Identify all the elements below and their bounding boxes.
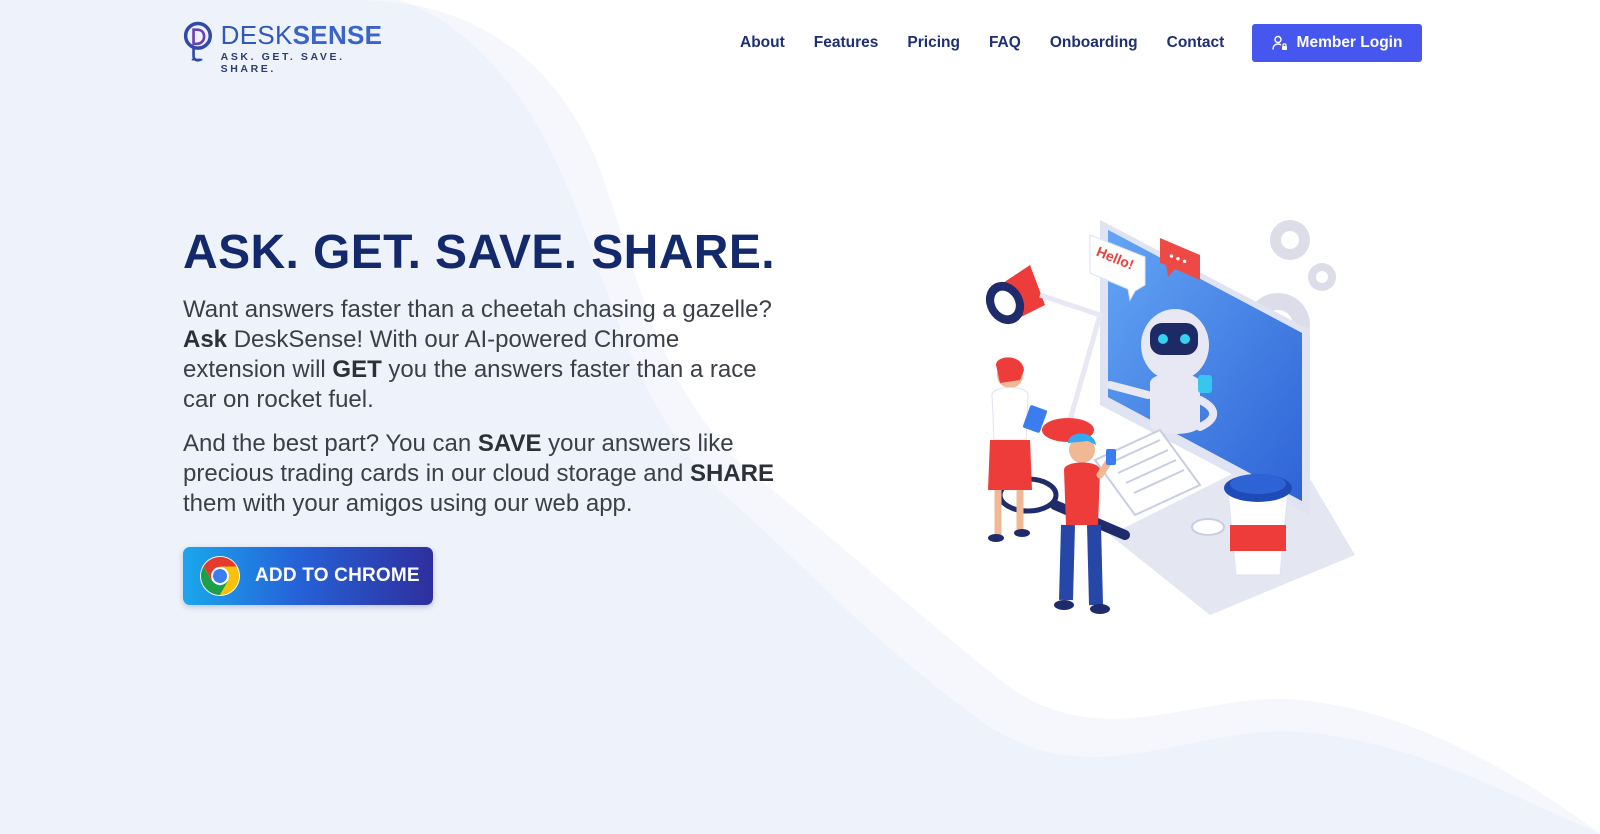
nav-about[interactable]: About [740, 34, 785, 52]
nav-faq[interactable]: FAQ [989, 34, 1021, 52]
desksense-logo-icon [183, 21, 213, 62]
main-nav: About Features Pricing FAQ Onboarding Co… [740, 24, 1253, 62]
hero-p1-bold-2: GET [332, 356, 382, 383]
hero-paragraph-2: And the best part? You can SAVE your ans… [183, 429, 783, 519]
brand-name: DESKSENSE [221, 20, 383, 50]
hero-p2-bold-2: SHARE [689, 460, 774, 487]
hero-illustration: Hello! ••• [985, 220, 1355, 615]
site-header: DESKSENSE ASK. GET. SAVE. SHARE. About F… [0, 0, 1600, 90]
mouse [1191, 518, 1225, 536]
hero-p1-text-1: Want answers faster than a cheetah chasi… [183, 296, 772, 323]
brand-logo[interactable]: DESKSENSE ASK. GET. SAVE. SHARE. [183, 18, 383, 75]
brand-tagline: ASK. GET. SAVE. SHARE. [220, 51, 345, 75]
hero-paragraph-1: Want answers faster than a cheetah chasi… [183, 295, 783, 415]
nav-features[interactable]: Features [814, 34, 879, 52]
hero-p2-bold-1: SAVE [477, 430, 542, 457]
nav-pricing[interactable]: Pricing [907, 34, 960, 52]
hero-p1-bold-1: Ask [183, 326, 228, 353]
hero-p2-text-1: And the best part? You can [183, 430, 478, 457]
nav-contact[interactable]: Contact [1167, 34, 1225, 52]
member-login-button[interactable]: Member Login [1252, 24, 1422, 62]
nav-onboarding[interactable]: Onboarding [1050, 34, 1138, 52]
woman-figure [988, 357, 1047, 542]
add-to-chrome-button[interactable]: ADD TO CHROME [183, 547, 433, 605]
hero-p2-text-3: them with your amigos using our web app. [183, 490, 633, 517]
member-login-label: Member Login [1296, 34, 1403, 51]
brand-name-part1: DESK [220, 20, 293, 50]
user-lock-icon [1271, 35, 1287, 50]
hero-section: ASK. GET. SAVE. SHARE. Want answers fast… [183, 223, 783, 519]
brand-name-part2: SENSE [292, 20, 383, 50]
coffee-cup-icon [1224, 474, 1292, 576]
hero-title: ASK. GET. SAVE. SHARE. [183, 226, 776, 279]
add-to-chrome-label: ADD TO CHROME [255, 565, 420, 586]
chrome-icon [200, 556, 240, 596]
